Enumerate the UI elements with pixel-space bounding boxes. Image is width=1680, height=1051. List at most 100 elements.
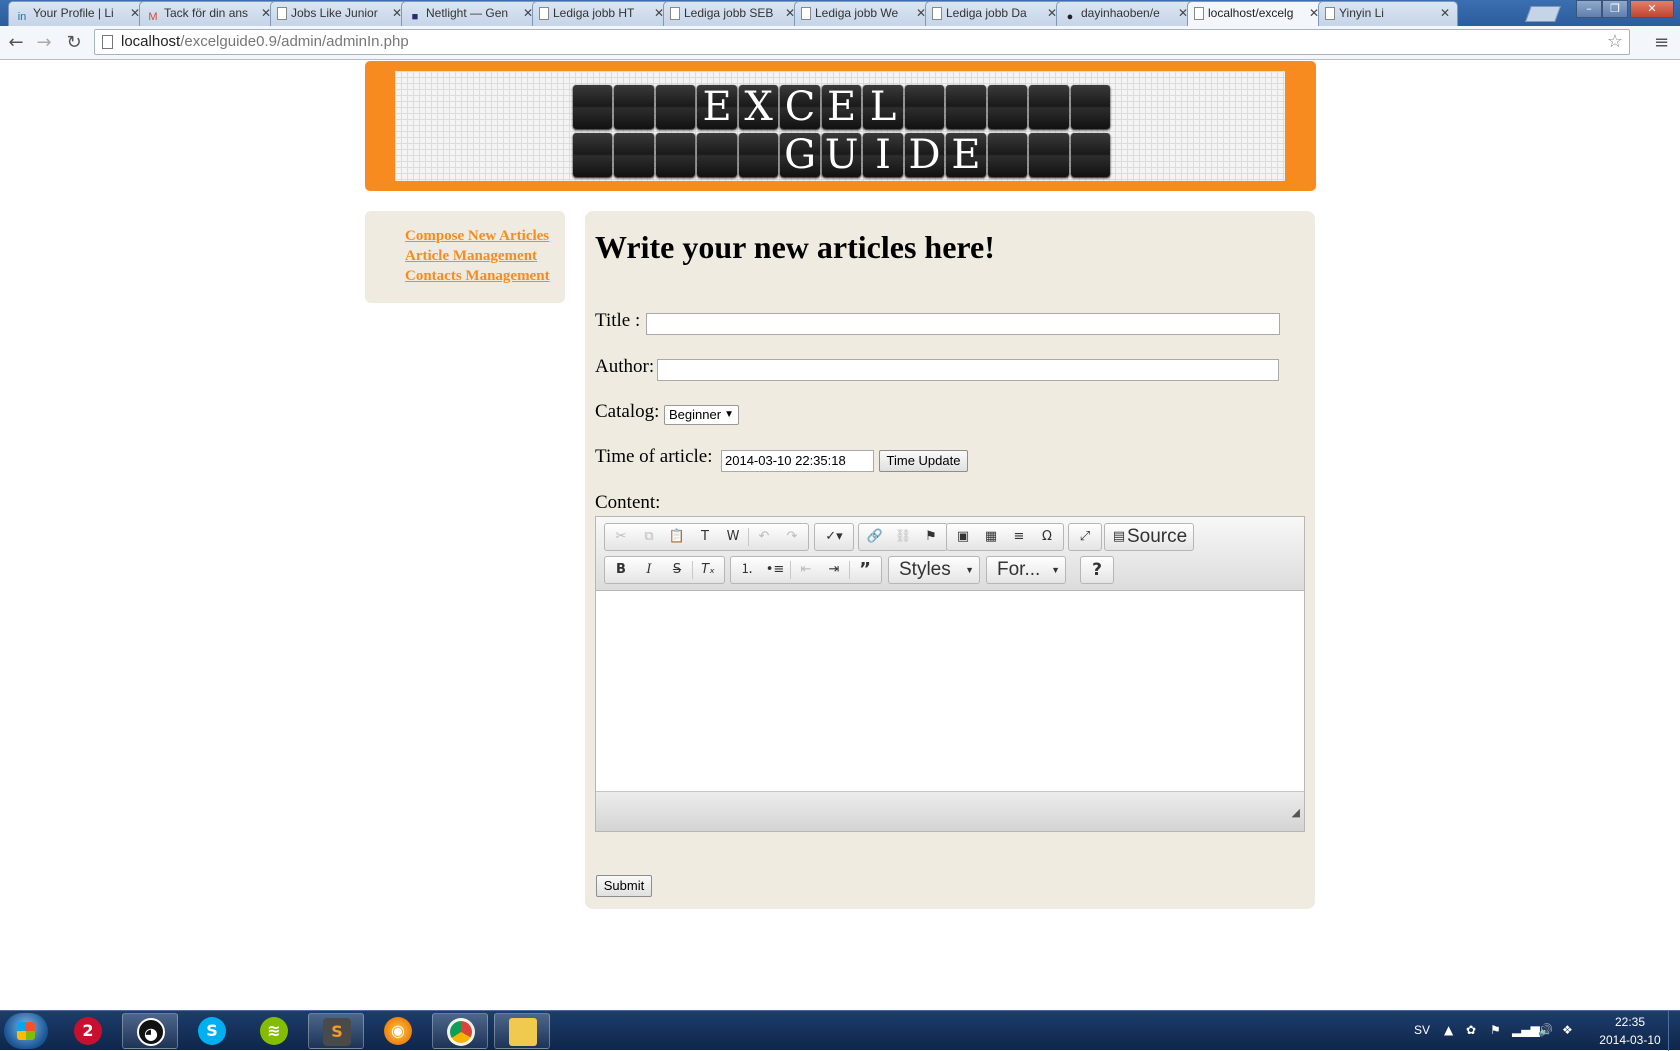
numbered-list-icon[interactable]: ⒈ — [733, 558, 761, 582]
maximize-icon[interactable]: ⤢ — [1071, 525, 1099, 549]
back-icon[interactable]: ← — [4, 31, 28, 55]
taskbar-spotify-app[interactable]: ≋ — [246, 1013, 302, 1049]
forward-icon[interactable]: → — [32, 31, 56, 55]
paste-word-icon[interactable]: W — [719, 525, 747, 549]
tray-app-icon[interactable]: ✿ — [1466, 1023, 1476, 1037]
browser-tab[interactable]: Lediga jobb We ✕ — [794, 1, 934, 26]
source-button[interactable]: Source — [1127, 526, 1187, 548]
help-icon[interactable]: ? — [1083, 558, 1111, 582]
undo-icon[interactable]: ↶ — [750, 525, 778, 549]
horizontal-line-icon[interactable]: ≡ — [1005, 525, 1033, 549]
browser-tab[interactable]: ● dayinhaoben/e ✕ — [1056, 1, 1196, 26]
browser-tab[interactable]: Yinyin Li ✕ — [1318, 1, 1458, 26]
time-input[interactable]: 2014-03-10 22:35:18 — [721, 450, 874, 472]
close-window-button[interactable]: ✕ — [1630, 0, 1674, 18]
format-arrow-icon: ▼ — [1051, 565, 1060, 575]
link-icon[interactable]: 🔗 — [861, 525, 889, 549]
spellcheck-icon[interactable]: ✓▾ — [817, 525, 851, 549]
paste-icon[interactable]: 📋 — [663, 525, 691, 549]
tab-favicon-icon — [801, 7, 811, 20]
editor-content-area[interactable] — [596, 592, 1304, 789]
tab-favicon-icon: ● — [1066, 11, 1074, 23]
browser-tab[interactable]: in Your Profile | Li ✕ — [8, 1, 148, 26]
volume-icon[interactable]: 🔊 — [1538, 1023, 1553, 1037]
redo-icon[interactable]: ↷ — [778, 525, 806, 549]
browser-tab[interactable]: ■ Netlight — Gen ✕ — [401, 1, 541, 26]
taskbar-qq-app[interactable]: ◕ — [122, 1013, 178, 1049]
source-group: ▤ Source — [1104, 523, 1195, 551]
time-update-button[interactable]: Time Update — [879, 450, 968, 472]
italic-icon[interactable]: I — [635, 558, 663, 582]
start-button[interactable] — [4, 1013, 48, 1049]
banner-tile — [1029, 133, 1069, 177]
cut-icon[interactable]: ✂ — [607, 525, 635, 549]
browser-menu-icon[interactable]: ≡ — [1654, 32, 1669, 53]
browser-tab-label: Tack för din ans — [164, 6, 249, 20]
styles-dropdown[interactable]: Styles ▼ — [888, 556, 980, 584]
browser-tab-label: Jobs Like Junior — [291, 6, 378, 20]
new-tab-button[interactable] — [1525, 6, 1561, 22]
language-indicator[interactable]: SV — [1414, 1023, 1430, 1037]
show-hidden-icons-icon[interactable]: ▲ — [1444, 1023, 1453, 1037]
anchor-flag-icon[interactable]: ⚑ — [917, 525, 945, 549]
blockquote-icon[interactable]: ” — [851, 558, 879, 582]
browser-tab[interactable]: Lediga jobb SEB ✕ — [663, 1, 803, 26]
nav-link-compose-new-articles[interactable]: Compose New Articles — [405, 226, 550, 246]
styles-arrow-icon: ▼ — [965, 565, 974, 575]
action-center-flag-icon[interactable]: ⚑ — [1490, 1023, 1501, 1037]
format-dropdown[interactable]: For... ▼ — [986, 556, 1066, 584]
browser-tab[interactable]: Jobs Like Junior ✕ — [270, 1, 410, 26]
tab-close-icon[interactable]: ✕ — [1440, 6, 1450, 20]
bulleted-list-icon[interactable]: •≡ — [761, 558, 789, 582]
maximize-window-button[interactable]: ❐ — [1602, 0, 1628, 18]
resize-grip-icon[interactable]: ◢ — [1292, 806, 1300, 819]
reload-icon[interactable]: ↻ — [62, 31, 86, 55]
indent-icon[interactable]: ⇥ — [820, 558, 848, 582]
taskbar-game-app[interactable]: 2 — [60, 1013, 116, 1049]
browser-tab-label: Lediga jobb HT — [553, 6, 635, 20]
table-icon[interactable]: ▦ — [977, 525, 1005, 549]
taskbar-explorer-app[interactable] — [494, 1013, 550, 1049]
site-banner: EXCEL GUIDE — [365, 61, 1316, 191]
outdent-icon[interactable]: ⇤ — [792, 558, 820, 582]
dropbox-icon[interactable]: ❖ — [1562, 1023, 1573, 1037]
show-desktop-button[interactable] — [1668, 1011, 1680, 1051]
special-char-icon[interactable]: Ω — [1033, 525, 1061, 549]
strike-icon[interactable]: S — [663, 558, 691, 582]
taskbar-skype-app[interactable]: S — [184, 1013, 240, 1049]
banner-tile: G — [780, 133, 820, 177]
title-input[interactable] — [646, 313, 1280, 335]
clock-date[interactable]: 2014-03-10 — [1594, 1033, 1666, 1047]
unlink-icon[interactable]: ⛓ — [889, 525, 917, 549]
remove-format-icon[interactable]: Tₓ — [694, 558, 722, 582]
taskbar-chrome-app[interactable] — [432, 1013, 488, 1049]
tab-favicon-icon — [277, 7, 287, 20]
nav-link-contacts-management[interactable]: Contacts Management — [405, 266, 550, 286]
browser-toolbar: ← → ↻ localhost/excelguide0.9/admin/admi… — [0, 26, 1680, 60]
taskbar-sublime-app[interactable]: S — [308, 1013, 364, 1049]
clock-time[interactable]: 22:35 — [1600, 1015, 1660, 1029]
minimize-window-button[interactable]: – — [1576, 0, 1602, 18]
title-label: Title : — [595, 310, 641, 331]
submit-button[interactable]: Submit — [596, 875, 652, 897]
image-icon[interactable]: ▣ — [949, 525, 977, 549]
banner-tile — [904, 85, 945, 129]
browser-tab[interactable]: M Tack för din ans ✕ — [139, 1, 279, 26]
bold-icon[interactable]: B — [607, 558, 635, 582]
author-input[interactable] — [657, 359, 1279, 381]
banner-tile: U — [821, 133, 862, 177]
browser-tab[interactable]: localhost/excelg ✕ — [1187, 1, 1327, 26]
spellcheck-group: ✓▾ — [814, 523, 854, 551]
browser-tab[interactable]: Lediga jobb HT ✕ — [532, 1, 672, 26]
dropdown-arrow-icon: ▼ — [724, 409, 734, 420]
network-icon[interactable]: ▂▄▆ — [1512, 1023, 1540, 1037]
bookmark-star-icon[interactable]: ☆ — [1607, 30, 1623, 54]
browser-tab[interactable]: Lediga jobb Da ✕ — [925, 1, 1065, 26]
catalog-select[interactable]: Beginner ▼ — [664, 405, 739, 425]
nav-link-article-management[interactable]: Article Management — [405, 246, 550, 266]
address-bar[interactable]: localhost/excelguide0.9/admin/adminIn.ph… — [94, 29, 1630, 55]
copy-icon[interactable]: ⧉ — [635, 525, 663, 549]
paste-text-icon[interactable]: T — [691, 525, 719, 549]
banner-tile — [1070, 85, 1111, 129]
taskbar-firefox-app[interactable]: ◉ — [370, 1013, 426, 1049]
